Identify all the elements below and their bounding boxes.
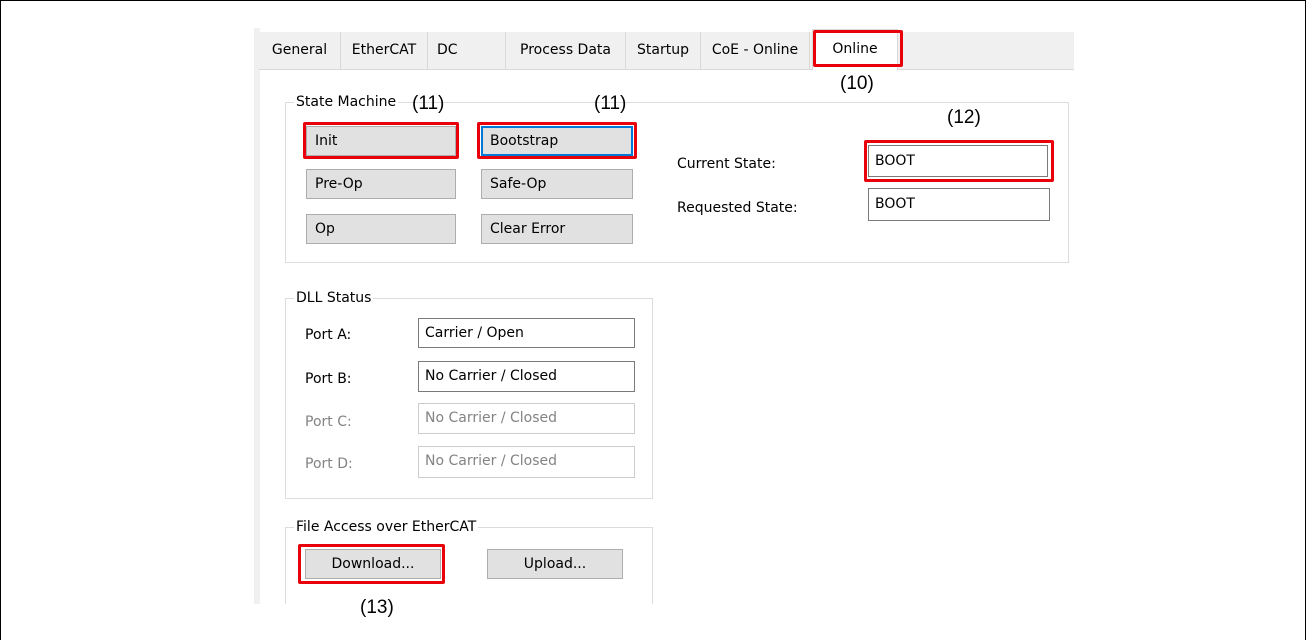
port-b-label: Port B: [305,371,352,387]
tab-startup[interactable]: Startup [626,32,701,69]
upload-button[interactable]: Upload... [487,549,623,579]
state-machine-title: State Machine [294,93,399,111]
bootstrap-button-highlight [477,122,637,159]
init-button-highlight [303,122,459,159]
callout-10: (10) [840,73,874,94]
tab-general[interactable]: General [259,32,341,69]
download-button-highlight [298,544,445,584]
dll-status-title: DLL Status [294,289,374,307]
port-d-field: No Carrier / Closed [418,446,635,478]
port-c-field: No Carrier / Closed [418,403,635,434]
requested-state-label: Requested State: [677,200,798,216]
current-state-label: Current State: [677,156,776,172]
callout-11-init: (11) [412,93,445,114]
port-d-label: Port D: [305,456,353,472]
callout-12: (12) [947,107,981,128]
port-a-field: Carrier / Open [418,318,635,348]
callout-13: (13) [360,597,394,618]
port-b-field: No Carrier / Closed [418,361,635,392]
tab-ethercat[interactable]: EtherCAT [341,32,428,69]
requested-state-field: BOOT [868,188,1050,221]
preop-button[interactable]: Pre-Op [306,169,456,199]
op-button[interactable]: Op [306,214,456,244]
safeop-button[interactable]: Safe-Op [481,169,633,199]
callout-11-bootstrap: (11) [594,93,627,114]
online-tab-highlight [813,30,903,67]
port-c-label: Port C: [305,414,352,430]
port-a-label: Port A: [305,327,352,343]
tab-coe-online[interactable]: CoE - Online [701,32,810,69]
tab-bar: General EtherCAT DC Process Data Startup… [259,29,1074,70]
clear-error-button[interactable]: Clear Error [481,214,633,244]
panel-edge [254,28,260,604]
tab-process-data[interactable]: Process Data [506,32,626,69]
file-access-title: File Access over EtherCAT [294,518,479,536]
current-state-highlight [864,140,1054,182]
tab-dc[interactable]: DC [428,32,506,69]
